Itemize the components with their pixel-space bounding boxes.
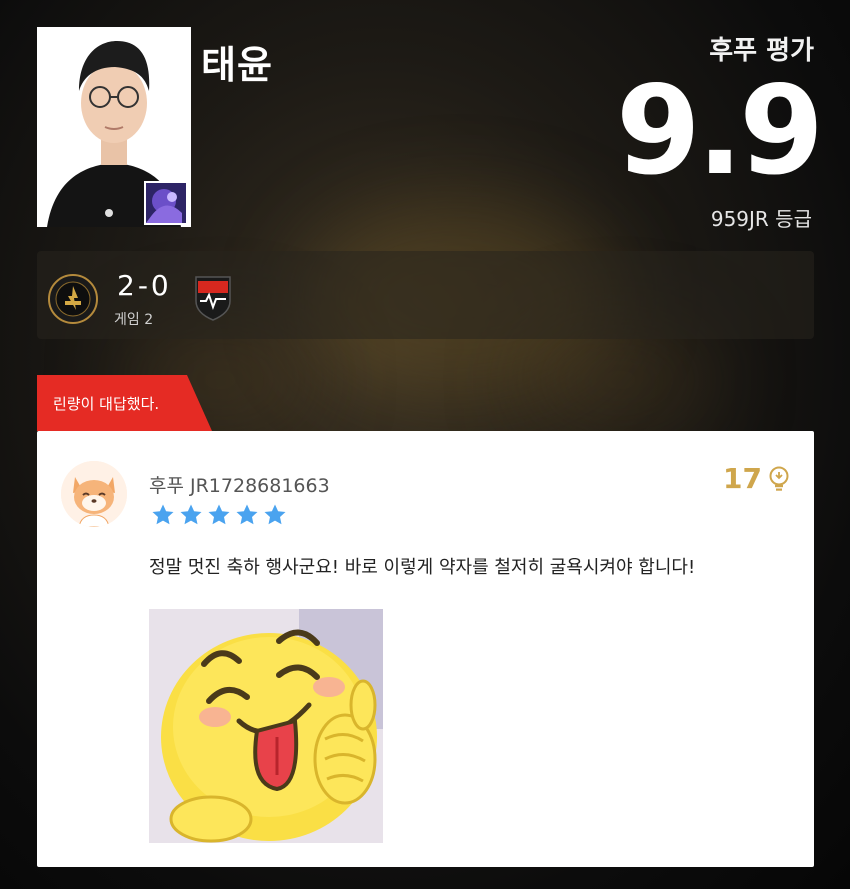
comment-text: 정말 멋진 축하 행사군요! 바로 이렇게 약자를 철저히 굴욕시켜야 합니다! (149, 557, 696, 578)
comment-username[interactable]: 후푸 JR1728681663 (149, 471, 330, 498)
star-icon (152, 504, 174, 525)
game-number: 게임 2 (114, 312, 154, 328)
star-icon (180, 504, 202, 525)
reply-tag: 린량이 대답했다. (37, 375, 212, 431)
fox-avatar-icon[interactable] (61, 461, 127, 527)
star-rating (151, 503, 287, 527)
reply-tag-label: 린량이 대답했다. (53, 395, 160, 413)
team-logo-right-icon (194, 273, 232, 321)
match-summary[interactable]: 2-0 게임 2 (37, 251, 814, 339)
match-score: 2-0 (117, 269, 172, 302)
rating-value: 9.9 (615, 60, 824, 202)
team-logo-left-icon (48, 274, 98, 324)
like-button[interactable]: 17 (723, 462, 790, 495)
lightbulb-icon (769, 466, 789, 491)
star-icon (264, 504, 286, 525)
like-count: 17 (723, 462, 762, 495)
star-icon (236, 504, 258, 525)
star-icon (208, 504, 230, 525)
player-name: 태윤 (201, 43, 273, 87)
comment-card: 후푸 JR1728681663 17 정말 멋진 축하 행사군요! 바로 이렇게… (37, 431, 814, 867)
emoji-sticker-icon[interactable] (149, 609, 383, 843)
champion-icon (144, 181, 188, 225)
rating-grade: 959JR 등급 (710, 207, 812, 231)
